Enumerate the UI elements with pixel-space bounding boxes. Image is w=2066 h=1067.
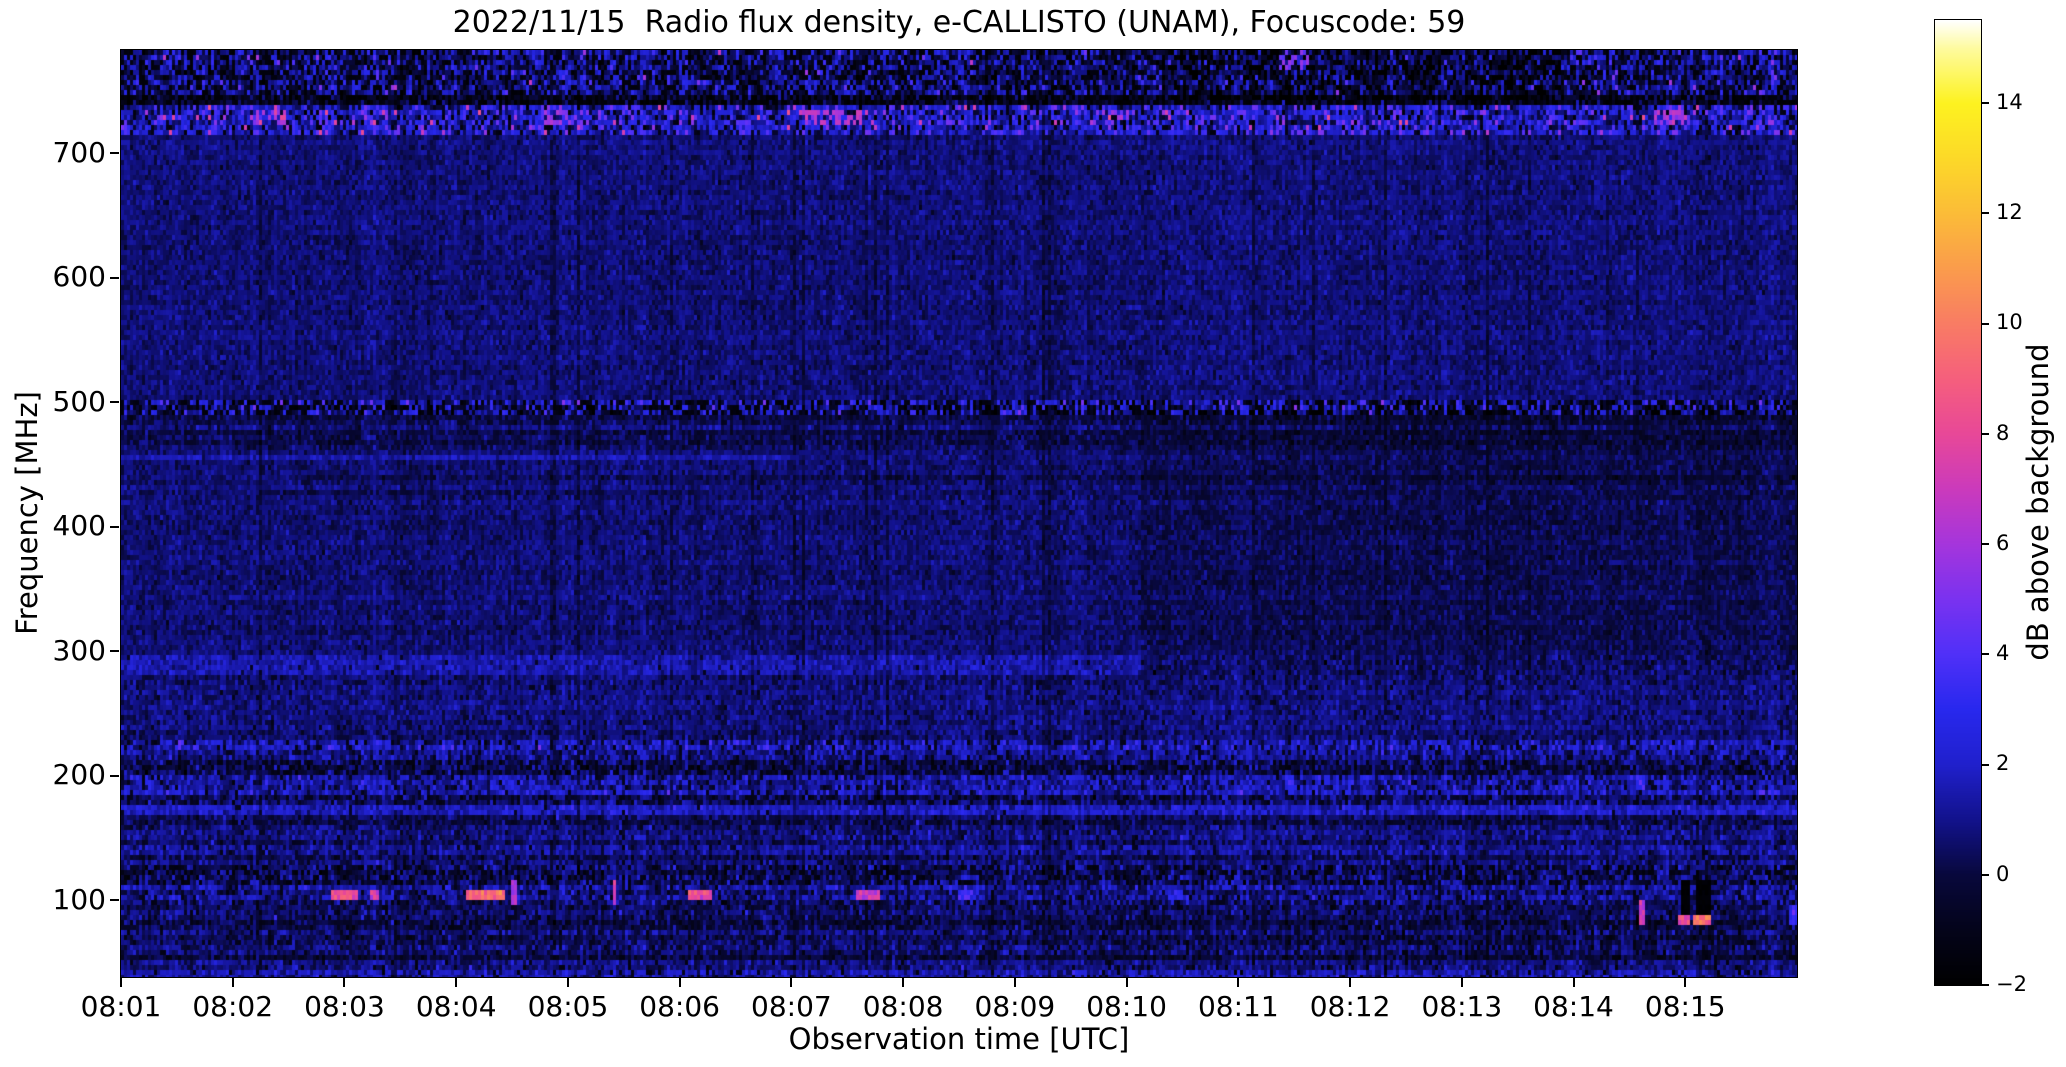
- colorbar-tick-label: −2: [1996, 972, 2027, 996]
- colorbar-tick-mark: [1981, 763, 1989, 766]
- y-tick-mark: [110, 401, 119, 404]
- x-tick-mark: [1237, 978, 1240, 987]
- x-tick-mark: [1684, 978, 1687, 987]
- colorbar-tick-label: 14: [1996, 89, 2023, 114]
- y-tick-mark: [110, 152, 119, 155]
- colorbar-tick-label: 0: [1996, 861, 2010, 886]
- colorbar-tick-mark: [1981, 653, 1989, 656]
- y-tick-label: 200: [52, 758, 106, 792]
- x-tick-mark: [1460, 978, 1463, 987]
- spectrogram-canvas: [121, 50, 1797, 977]
- colorbar-tick-mark: [1981, 873, 1989, 876]
- colorbar-tick-mark: [1981, 322, 1989, 325]
- colorbar-tick-mark: [1981, 543, 1989, 546]
- x-tick-mark: [1013, 978, 1016, 987]
- colorbar-tick-mark: [1981, 984, 1989, 987]
- colorbar-tick-mark: [1981, 212, 1989, 215]
- x-tick-label: 08:09: [974, 990, 1056, 1023]
- colorbar-label: dB above background: [2021, 343, 2055, 661]
- x-tick-mark: [231, 978, 234, 987]
- colorbar-tick-mark: [1981, 101, 1989, 104]
- y-tick-mark: [110, 650, 119, 653]
- x-tick-label: 08:02: [192, 990, 274, 1023]
- y-tick-label: 500: [52, 384, 106, 418]
- plot-area: [120, 49, 1798, 978]
- x-tick-mark: [343, 978, 346, 987]
- x-tick-mark: [1125, 978, 1128, 987]
- y-tick-mark: [110, 276, 119, 279]
- x-tick-label: 08:12: [1309, 990, 1391, 1023]
- x-axis-label: Observation time [UTC]: [788, 1022, 1130, 1056]
- colorbar-tick-label: 10: [1996, 310, 2023, 335]
- x-tick-mark: [455, 978, 458, 987]
- x-tick-label: 08:03: [304, 990, 385, 1023]
- x-tick-mark: [678, 978, 681, 987]
- x-tick-mark: [120, 978, 122, 987]
- x-tick-label: 08:13: [1421, 990, 1503, 1023]
- x-tick-label: 08:15: [1644, 990, 1726, 1023]
- x-tick-label: 08:11: [1197, 990, 1279, 1023]
- colorbar-tick-label: 6: [1996, 530, 2010, 555]
- y-tick-mark: [110, 774, 119, 777]
- x-tick-mark: [1349, 978, 1352, 987]
- y-tick-label: 400: [52, 509, 106, 543]
- y-tick-label: 300: [52, 633, 106, 667]
- figure: 2022/11/15 Radio flux density, e-CALLIST…: [0, 0, 2066, 1067]
- x-tick-label: 08:08: [862, 990, 944, 1023]
- x-tick-label: 08:14: [1533, 990, 1614, 1023]
- y-tick-label: 700: [52, 135, 106, 169]
- colorbar-tick-label: 8: [1996, 420, 2010, 445]
- colorbar-tick-label: 2: [1996, 751, 2010, 776]
- x-tick-mark: [902, 978, 905, 987]
- y-tick-label: 100: [52, 882, 106, 916]
- y-tick-label: 600: [52, 260, 106, 294]
- x-tick-label: 08:07: [751, 990, 832, 1023]
- x-tick-mark: [566, 978, 569, 987]
- x-tick-label: 08:10: [1086, 990, 1167, 1023]
- y-tick-mark: [110, 525, 119, 528]
- x-tick-label: 08:06: [639, 990, 720, 1023]
- colorbar: [1934, 19, 1982, 986]
- x-tick-label: 08:01: [80, 990, 162, 1023]
- colorbar-tick-label: 4: [1996, 641, 2010, 666]
- x-tick-mark: [790, 978, 793, 987]
- colorbar-tick-label: 12: [1996, 200, 2023, 224]
- y-tick-mark: [110, 899, 119, 902]
- chart-title: 2022/11/15 Radio flux density, e-CALLIST…: [452, 5, 1466, 40]
- x-tick-label: 08:05: [527, 990, 609, 1023]
- x-tick-label: 08:04: [415, 990, 497, 1023]
- colorbar-tick-mark: [1981, 432, 1989, 435]
- x-tick-mark: [1572, 978, 1575, 987]
- colorbar-canvas: [1935, 20, 1981, 985]
